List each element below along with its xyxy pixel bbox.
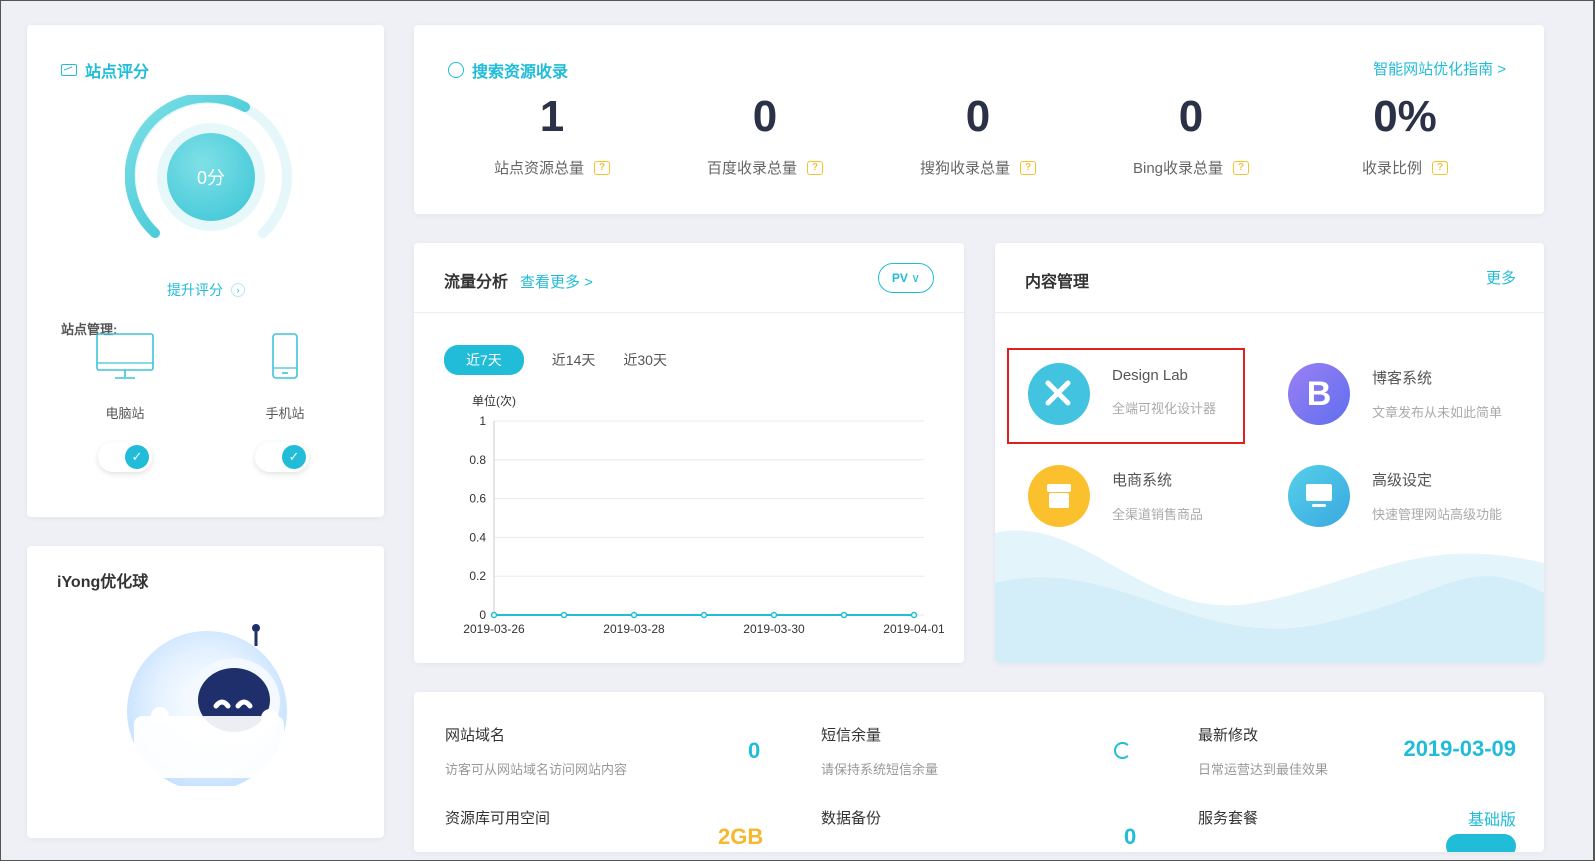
search-index-card: 搜索资源收录 智能网站优化指南 > 1 站点资源总量? 0 百度收录总量? 0 … [414,25,1544,214]
last-modified-date: 2019-03-09 [1403,736,1516,761]
y-tick-label: 0.2 [469,569,486,583]
iyong-title: iYong优化球 [57,574,149,591]
mobile-icon [272,333,298,379]
plan-info: 服务套餐 [1198,810,1259,827]
score-value: 0分 [167,133,255,221]
last-modified-info: 最新修改 日常运营达到最佳效果 [1198,727,1329,777]
x-tick-label: 2019-03-26 [463,622,525,636]
improve-score-link[interactable]: 提升评分 › [167,280,245,300]
design-lab-item[interactable]: Design Lab 全端可视化设计器 [1028,363,1216,425]
tab-7days[interactable]: 近7天 [444,345,524,375]
y-tick-label: 0.4 [469,530,486,544]
data-point [630,611,638,619]
seo-guide-link[interactable]: 智能网站优化指南 > [1373,58,1506,79]
view-more-link[interactable]: 查看更多 > [520,271,593,292]
site-score-card: 站点评分 0分 提升评分 › 站点管理: 电脑站 手机站 ✓ ✓ [27,25,384,517]
content-title: 内容管理 [1025,274,1090,291]
y-tick-label: 0.8 [469,453,486,467]
blog-b-icon: B [1288,363,1350,425]
stat-total-resources: 1 站点资源总量? [452,95,652,178]
site-info-card: 网站域名 访客可从网站域名访问网站内容 0 短信余量 请保持系统短信余量 最新修… [414,692,1544,852]
x-tick-label: 2019-04-01 [883,622,944,636]
y-tick-label: 0 [479,608,486,622]
metric-dropdown[interactable]: PV ∨ [878,263,934,293]
tab-14days[interactable]: 近14天 [552,350,596,370]
device-label-pc: 电脑站 [105,406,145,421]
refresh-circle-icon [448,62,464,78]
stat-sogou: 0 搜狗收录总量? [878,95,1078,178]
data-point [770,611,778,619]
search-index-title: 搜索资源收录 [448,58,568,82]
content-management-card: 内容管理 更多 Design Lab 全端可视化设计器 B 博客系统 文章发布从… [995,243,1544,663]
help-icon[interactable]: ? [1432,160,1448,175]
storage-value: 2GB [718,824,764,849]
stat-bing: 0 Bing收录总量? [1091,95,1291,178]
ecommerce-item[interactable]: 电商系统 全渠道销售商品 [1028,465,1203,527]
storage-info: 资源库可用空间 [445,810,551,827]
design-lab-icon [1028,363,1090,425]
traffic-line-chart: 单位(次) 1 0.8 0.6 0.4 0.2 02019-03-26 2019-03-28 2… [463,393,944,636]
upgrade-button[interactable] [1446,834,1516,852]
desktop-icon [96,333,154,379]
advanced-settings-item[interactable]: 高级设定 快速管理网站高级功能 [1288,465,1502,527]
stat-baidu: 0 百度收录总量? [665,95,865,178]
backup-count: 0 [1124,824,1137,849]
stat-ratio: 0% 收录比例? [1305,95,1505,178]
chevron-right-icon: › [231,283,245,297]
help-icon[interactable]: ? [807,160,823,175]
help-icon[interactable]: ? [594,160,610,175]
chevron-down-icon: ∨ [911,271,921,285]
blog-system-item[interactable]: B 博客系统 文章发布从未如此简单 [1288,363,1502,425]
x-tick-label: 2019-03-28 [603,622,665,636]
monitor-icon [1288,465,1350,527]
data-point [700,611,708,619]
plan-value[interactable]: 基础版 [1468,806,1516,830]
site-score-title: 站点评分 [61,58,149,82]
refresh-icon[interactable] [1114,742,1131,759]
tab-30days[interactable]: 近30天 [623,350,667,370]
domain-info: 网站域名 访客可从网站域名访问网站内容 [445,727,628,777]
device-label-mobile: 手机站 [265,406,305,421]
x-tick-label: 2019-03-30 [743,622,805,636]
chart-icon [61,64,77,76]
check-icon: ✓ [282,445,306,469]
mobile-site-toggle[interactable]: ✓ [255,442,309,472]
wave-background [995,530,1544,663]
robot-mascot-icon[interactable] [122,616,292,786]
backup-info: 数据备份 [821,810,882,827]
divider [995,312,1544,313]
traffic-card: 流量分析 查看更多 > PV ∨ 近7天 近14天 近30天 单位(次) 1 0.8… [414,243,964,663]
content-more-link[interactable]: 更多 [1486,267,1516,288]
data-point [910,611,918,619]
y-tick-label: 0.6 [469,492,486,506]
data-point [560,611,568,619]
traffic-header: 流量分析 查看更多 > [444,268,593,292]
traffic-title: 流量分析 [444,274,509,291]
help-icon[interactable]: ? [1233,160,1250,175]
domain-count: 0 [748,738,761,763]
data-point [840,611,848,619]
data-point [490,611,498,619]
shop-icon [1028,465,1090,527]
range-tabs: 近7天 近14天 近30天 [444,345,667,375]
divider [414,312,964,313]
y-tick-label: 1 [479,414,486,428]
sms-info: 短信余量 请保持系统短信余量 [821,727,939,777]
check-icon: ✓ [125,445,149,469]
help-icon[interactable]: ? [1020,160,1036,175]
y-axis-label: 单位(次) [472,393,516,408]
iyong-card: iYong优化球 [27,546,384,838]
pc-site-toggle[interactable]: ✓ [98,442,152,472]
